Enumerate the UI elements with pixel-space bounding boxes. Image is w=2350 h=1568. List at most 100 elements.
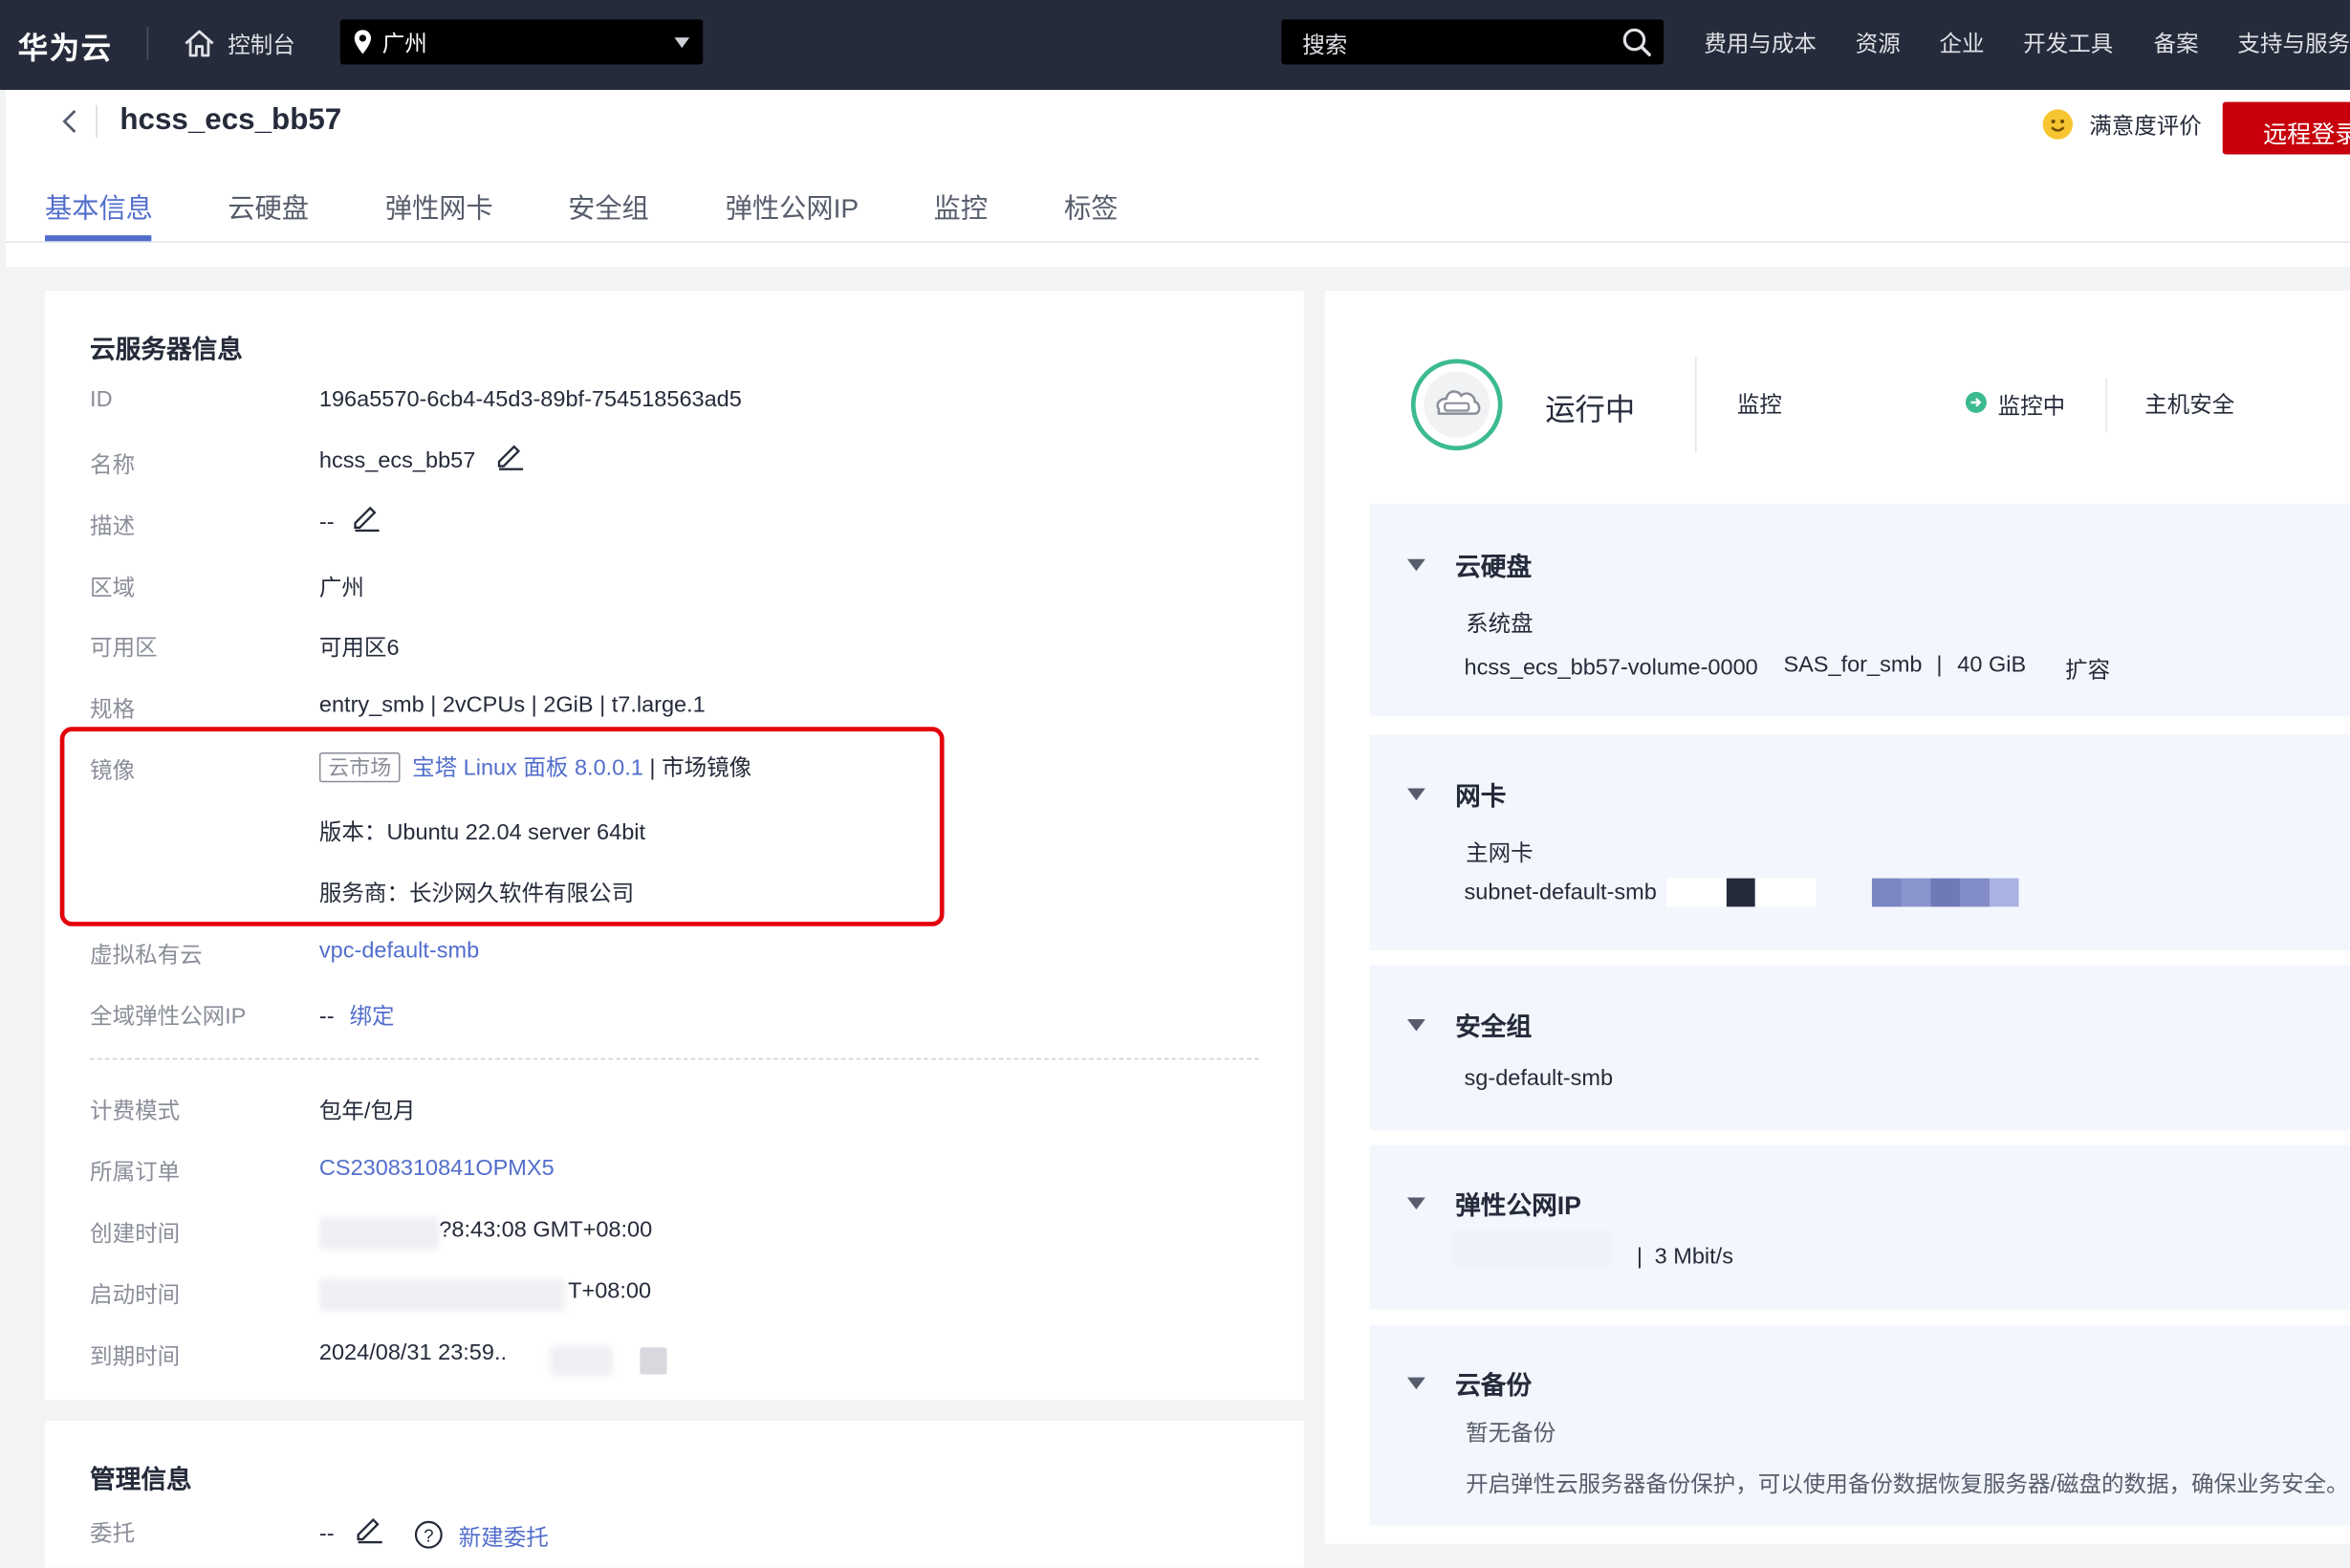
tab-eip[interactable]: 弹性公网IP bbox=[726, 187, 859, 227]
console-link[interactable]: 控制台 bbox=[183, 26, 295, 62]
edit-delegate-icon[interactable] bbox=[354, 1514, 383, 1544]
edit-desc-icon[interactable] bbox=[351, 502, 381, 533]
order-link[interactable]: CS2308310841OPMX5 bbox=[319, 1156, 555, 1182]
system-disk-label: 系统盘 bbox=[1466, 611, 1534, 638]
management-title: 管理信息 bbox=[90, 1466, 192, 1494]
header-divider bbox=[96, 104, 98, 139]
redacted-mosaic bbox=[1726, 878, 1755, 907]
nav-enterprise[interactable]: 企业 bbox=[1939, 27, 1984, 58]
expire-label: 到期时间 bbox=[90, 1344, 181, 1370]
chevron-down-icon bbox=[674, 37, 690, 49]
desc-label: 描述 bbox=[90, 513, 136, 540]
expand-link[interactable]: 扩容 bbox=[2065, 653, 2110, 685]
nav-devtools[interactable]: 开发工具 bbox=[2023, 27, 2113, 58]
new-delegate-link[interactable]: 新建委托 bbox=[459, 1521, 549, 1553]
region-label: 广州 bbox=[381, 31, 427, 56]
arrow-circle-icon bbox=[1965, 391, 1987, 413]
eip-title: 弹性公网IP bbox=[1455, 1191, 1581, 1221]
status-divider bbox=[2105, 378, 2108, 432]
bind-eip-link[interactable]: 绑定 bbox=[350, 1004, 395, 1030]
tab-divider bbox=[6, 241, 2350, 243]
redacted-blur bbox=[1453, 1231, 1613, 1266]
tab-disks[interactable]: 云硬盘 bbox=[228, 187, 309, 227]
home-icon bbox=[185, 30, 214, 57]
backup-desc: 开启弹性云服务器备份保护，可以使用备份数据恢复服务器/磁盘的数据，确保业务安全。 bbox=[1466, 1471, 2349, 1498]
tab-tags[interactable]: 标签 bbox=[1064, 187, 1118, 227]
svg-text:?: ? bbox=[424, 1525, 433, 1545]
satisfaction-rating-link[interactable]: 满意度评价 bbox=[2089, 109, 2202, 141]
topbar-divider bbox=[146, 27, 149, 60]
back-arrow-icon[interactable] bbox=[60, 108, 81, 135]
collapse-triangle-icon[interactable] bbox=[1406, 788, 1425, 801]
volume-link[interactable]: hcss_ecs_bb57-volume-0000 bbox=[1465, 655, 1758, 681]
nav-resources[interactable]: 资源 bbox=[1856, 27, 1901, 58]
vpc-label: 虚拟私有云 bbox=[90, 943, 203, 969]
page-header bbox=[6, 90, 2350, 268]
eip-value: -- 绑定 bbox=[319, 1000, 395, 1032]
disk-sep: | bbox=[1936, 651, 1943, 678]
management-card bbox=[45, 1421, 1304, 1568]
tab-security-groups[interactable]: 安全组 bbox=[568, 187, 649, 227]
disk-title: 云硬盘 bbox=[1455, 553, 1533, 582]
nic-title: 网卡 bbox=[1455, 782, 1507, 812]
delegate-value: -- bbox=[318, 1521, 335, 1547]
sg-link[interactable]: sg-default-smb bbox=[1465, 1066, 1614, 1092]
spec-value: entry_smb | 2vCPUs | 2GiB | t7.large.1 bbox=[318, 692, 706, 718]
billing-label: 计费模式 bbox=[90, 1099, 181, 1124]
search-placeholder: 搜索 bbox=[1302, 33, 1348, 59]
security-group-panel bbox=[1369, 965, 2350, 1130]
host-security-label: 主机安全 bbox=[2144, 392, 2235, 419]
highlight-box bbox=[59, 727, 945, 926]
page-title: hcss_ecs_bb57 bbox=[120, 103, 342, 137]
tab-nics[interactable]: 弹性网卡 bbox=[385, 187, 493, 227]
collapse-triangle-icon[interactable] bbox=[1406, 1018, 1425, 1032]
expire-value: 2024/08/31 23:59.. bbox=[318, 1339, 508, 1366]
eip-panel bbox=[1369, 1144, 2350, 1311]
collapse-triangle-icon[interactable] bbox=[1406, 1377, 1425, 1390]
id-label: ID bbox=[90, 386, 113, 413]
monitor-label: 监控 bbox=[1736, 392, 1782, 419]
redacted-blur bbox=[550, 1345, 614, 1377]
region-selector[interactable]: 广州 bbox=[339, 19, 704, 65]
huawei-cloud-logo[interactable]: 华为云 bbox=[18, 24, 113, 67]
collapse-triangle-icon[interactable] bbox=[1406, 1197, 1425, 1210]
running-status: 运行中 bbox=[1545, 394, 1636, 427]
created-value: ?8:43:08 GMT+08:00 bbox=[439, 1216, 653, 1243]
edit-name-icon[interactable] bbox=[494, 441, 524, 470]
redacted-mosaic bbox=[1871, 878, 2019, 907]
search-input[interactable]: 搜索 bbox=[1281, 19, 1665, 65]
nav-cost[interactable]: 费用与成本 bbox=[1704, 27, 1817, 58]
eip-label: 全域弹性公网IP bbox=[90, 1004, 247, 1030]
server-info-title: 云服务器信息 bbox=[90, 336, 243, 364]
disk-size: 40 GiB bbox=[1957, 651, 2027, 678]
redacted-blur bbox=[318, 1216, 440, 1251]
subnet-link[interactable]: subnet-default-smb bbox=[1465, 880, 1657, 905]
started-label: 启动时间 bbox=[90, 1282, 181, 1309]
billing-value: 包年/包月 bbox=[318, 1099, 416, 1124]
help-circle-icon[interactable]: ? bbox=[414, 1520, 444, 1550]
disk-type: SAS_for_smb bbox=[1783, 651, 1923, 678]
order-label: 所属订单 bbox=[90, 1160, 181, 1186]
monitoring-status-link[interactable]: 监控中 bbox=[1998, 390, 2066, 422]
vpc-link[interactable]: vpc-default-smb bbox=[319, 938, 479, 964]
location-pin-icon bbox=[354, 30, 371, 54]
name-value: hcss_ecs_bb57 bbox=[318, 447, 476, 474]
nav-filing[interactable]: 备案 bbox=[2154, 27, 2199, 58]
no-backup-text: 暂无备份 bbox=[1466, 1421, 1556, 1447]
console-label: 控制台 bbox=[228, 32, 295, 58]
eip-sep: | bbox=[1636, 1244, 1643, 1270]
az-value: 可用区6 bbox=[318, 635, 400, 662]
delegate-label: 委托 bbox=[90, 1521, 136, 1547]
eip-bandwidth: 3 Mbit/s bbox=[1654, 1244, 1733, 1270]
redacted-blur bbox=[640, 1347, 667, 1375]
nav-support[interactable]: 支持与服务 bbox=[2237, 27, 2350, 58]
collapse-triangle-icon[interactable] bbox=[1406, 558, 1425, 572]
remote-login-button[interactable]: 远程登录 bbox=[2222, 101, 2350, 155]
search-icon[interactable] bbox=[1621, 27, 1651, 56]
tab-monitoring[interactable]: 监控 bbox=[934, 187, 988, 227]
name-label: 名称 bbox=[90, 452, 136, 479]
desc-value: -- bbox=[318, 509, 335, 535]
az-label: 可用区 bbox=[90, 635, 158, 662]
tab-basic-info[interactable]: 基本信息 bbox=[45, 187, 153, 227]
sg-title: 安全组 bbox=[1455, 1013, 1533, 1042]
